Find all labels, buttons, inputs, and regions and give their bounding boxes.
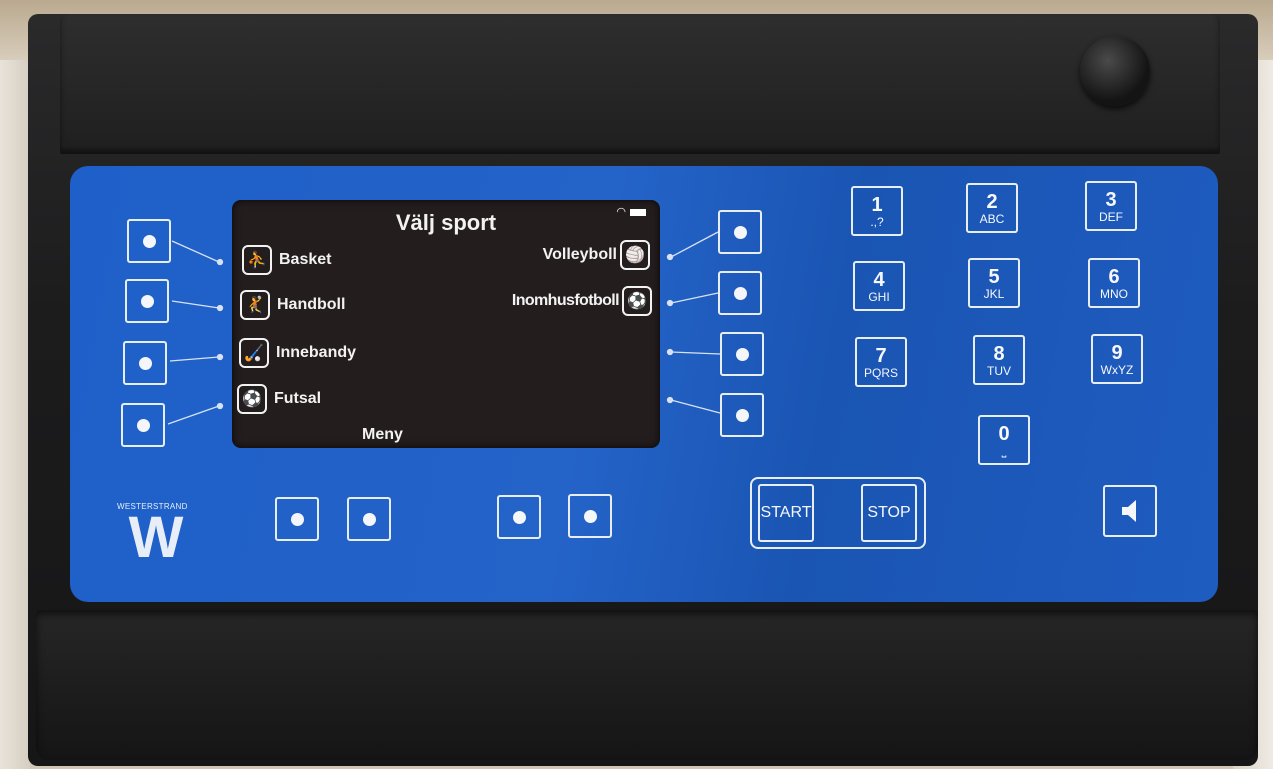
- key-letters: JKL: [983, 287, 1005, 301]
- button-dot: [290, 512, 304, 526]
- side-button-inomhusfotboll[interactable]: [718, 271, 762, 315]
- bottom-button-1[interactable]: [275, 497, 319, 541]
- side-button-handboll[interactable]: [125, 279, 169, 323]
- screen-title: Välj sport: [395, 210, 497, 235]
- key-letters: ⎵: [1001, 444, 1007, 458]
- button-dot: [733, 225, 747, 239]
- key-0[interactable]: 0 ⎵: [978, 415, 1030, 465]
- button-dot: [735, 347, 749, 361]
- key-letters: WxYZ: [1100, 363, 1134, 377]
- button-dot: [735, 408, 749, 422]
- key-5[interactable]: 5 JKL: [968, 258, 1020, 308]
- indoor-football-player-icon: ⚽: [622, 286, 652, 316]
- westerstrand-logo: W: [129, 512, 184, 560]
- key-8[interactable]: 8 TUV: [973, 335, 1025, 385]
- floorball-player-icon: 🏑: [239, 338, 269, 368]
- sport-item-basket[interactable]: ⛹ Basket: [242, 245, 331, 275]
- button-dot: [733, 286, 747, 300]
- key-digit: 8: [993, 343, 1005, 365]
- button-dot: [362, 512, 376, 526]
- key-letters: DEF: [1099, 210, 1123, 224]
- key-4[interactable]: 4 GHI: [853, 261, 905, 311]
- sport-item-handboll[interactable]: 🤾 Handboll: [240, 290, 345, 320]
- key-digit: 6: [1108, 266, 1120, 288]
- menu-label: Meny: [362, 426, 403, 443]
- key-letters: ABC: [979, 212, 1005, 226]
- sport-label: Handboll: [277, 296, 346, 313]
- key-7[interactable]: 7 PQRS: [855, 337, 907, 387]
- lcd-screen: ◠ Välj sport ⛹ Basket 🤾 Handboll 🏑 Inneb…: [232, 200, 660, 448]
- key-letters: TUV: [987, 364, 1011, 378]
- bottom-button-2[interactable]: [347, 497, 391, 541]
- side-button-futsal[interactable]: [121, 403, 165, 447]
- handball-player-icon: 🤾: [240, 290, 270, 320]
- start-button[interactable]: START: [758, 484, 814, 542]
- key-digit: 7: [875, 345, 887, 367]
- side-button-right-3[interactable]: [720, 332, 764, 376]
- futsal-player-icon: ⚽: [237, 384, 267, 414]
- key-letters: PQRS: [863, 366, 898, 380]
- key-1[interactable]: 1.,?: [851, 186, 903, 236]
- key-digit: 2: [986, 191, 998, 213]
- bottom-button-3[interactable]: [497, 495, 541, 539]
- key-digit: 3: [1105, 189, 1117, 211]
- button-dot: [142, 234, 156, 248]
- brand-name: WESTERSTRAND: [117, 502, 188, 511]
- button-dot: [512, 510, 526, 524]
- side-button-basket[interactable]: [127, 219, 171, 263]
- sport-label: Inomhusfotboll: [511, 292, 620, 309]
- sport-item-innebandy[interactable]: 🏑 Innebandy: [239, 338, 356, 368]
- side-button-innebandy[interactable]: [123, 341, 167, 385]
- sport-label: Innebandy: [276, 344, 357, 361]
- key-digit: 4: [873, 269, 885, 291]
- sport-label: Volleyboll: [542, 246, 617, 263]
- stop-button[interactable]: STOP: [861, 484, 917, 542]
- horn-button[interactable]: [1103, 485, 1157, 537]
- key-6[interactable]: 6 MNO: [1088, 258, 1140, 308]
- bottom-button-4[interactable]: [568, 494, 612, 538]
- key-letters: .,?: [870, 215, 884, 229]
- button-dot: [138, 356, 152, 370]
- volleyball-player-icon: 🏐: [620, 240, 650, 270]
- sport-item-futsal[interactable]: ⚽ Futsal: [237, 384, 321, 414]
- side-button-volleyboll[interactable]: [718, 210, 762, 254]
- key-digit: 0: [998, 423, 1010, 445]
- key-letters: MNO: [1100, 287, 1128, 301]
- sport-label: Basket: [279, 251, 332, 268]
- key-letters: GHI: [868, 290, 890, 304]
- key-2[interactable]: 2 ABC: [966, 183, 1018, 233]
- start-label: START: [760, 504, 812, 521]
- key-9[interactable]: 9 WxYZ: [1091, 334, 1143, 384]
- speaker-icon: [1122, 500, 1136, 522]
- stop-label: STOP: [867, 504, 911, 521]
- button-dot: [583, 509, 597, 523]
- basketball-player-icon: ⛹: [242, 245, 272, 275]
- key-3[interactable]: 3 DEF: [1085, 181, 1137, 231]
- side-button-right-4[interactable]: [720, 393, 764, 437]
- button-dot: [140, 294, 154, 308]
- key-digit: 5: [988, 266, 1000, 288]
- logo-letter: W: [129, 512, 184, 560]
- key-digit: 1: [871, 194, 883, 216]
- key-digit: 9: [1111, 342, 1123, 364]
- sport-item-inomhusfotboll[interactable]: Inomhusfotboll ⚽: [512, 286, 652, 316]
- sport-label: Futsal: [274, 390, 322, 407]
- sport-item-volleyboll[interactable]: Volleyboll 🏐: [543, 240, 650, 270]
- button-dot: [136, 418, 150, 432]
